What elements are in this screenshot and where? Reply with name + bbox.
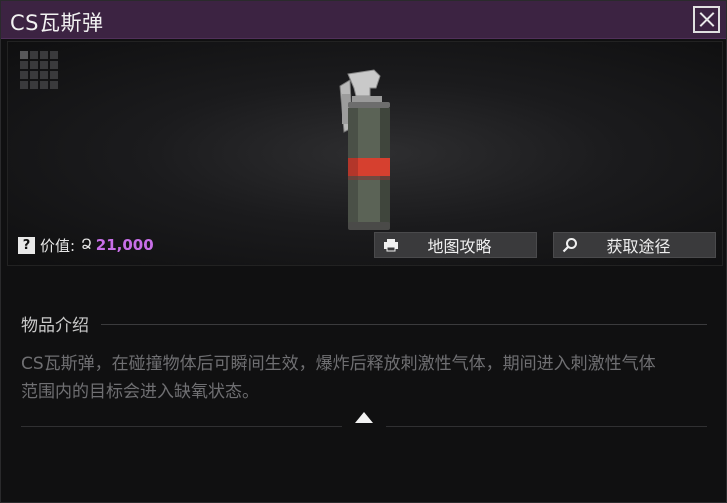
description-text: CS瓦斯弹，在碰撞物体后可瞬间生效，爆炸后释放刺激性气体，期间进入刺激性气体范围…: [21, 354, 656, 402]
collapse-button[interactable]: [342, 409, 386, 429]
title-bar: CS瓦斯弹: [1, 1, 726, 39]
value-amount: 21,000: [95, 236, 154, 254]
chevron-up-icon: [355, 412, 373, 423]
item-value-row: ? 价值: Ձ 21,000: [18, 234, 154, 256]
help-icon[interactable]: ?: [18, 236, 35, 254]
item-size-grid-icon: [20, 51, 58, 89]
item-preview-panel: ? 价值: Ձ 21,000 地图攻略 获取途径: [7, 41, 723, 266]
map-guide-label: 地图攻略: [427, 237, 492, 256]
printer-icon: [384, 239, 398, 252]
acquire-source-button[interactable]: 获取途径: [553, 232, 716, 258]
item-detail-window: CS瓦斯弹 ? 价值: Ձ 21,000 地图攻略 获取途径 物品介绍 CS瓦斯…: [0, 0, 727, 503]
description-title: 物品介绍: [21, 316, 89, 336]
value-label: 价值:: [40, 236, 76, 255]
acquire-source-label: 获取途径: [606, 237, 671, 256]
gas-grenade-image: [339, 69, 390, 230]
close-button[interactable]: [693, 6, 720, 33]
search-icon: [562, 238, 577, 253]
item-description-section: 物品介绍 CS瓦斯弹，在碰撞物体后可瞬间生效，爆炸后释放刺激性气体，期间进入刺激…: [21, 311, 707, 406]
header-divider: [101, 324, 707, 325]
currency-icon: Ձ: [81, 237, 92, 253]
description-header: 物品介绍: [21, 311, 707, 336]
map-guide-button[interactable]: 地图攻略: [374, 232, 537, 258]
item-title: CS瓦斯弹: [10, 11, 104, 35]
